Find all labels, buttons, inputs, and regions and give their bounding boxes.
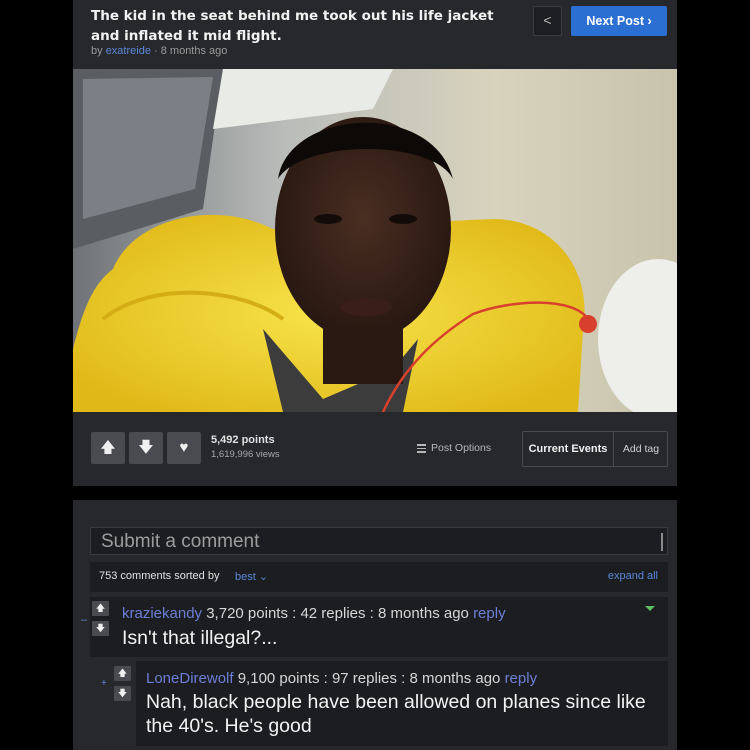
expand-all-link[interactable]: expand all [608, 570, 658, 582]
previous-post-button[interactable]: < [533, 6, 562, 36]
post-points: 5,492 points [211, 434, 275, 446]
arrow-down-icon: 🡇 [117, 688, 128, 698]
comment-meta: 3,720 points : 42 replies : 8 months ago [206, 605, 469, 622]
tag-group: Current Events Add tag [522, 431, 668, 467]
post-byline: by exatreide · 8 months ago [91, 45, 227, 57]
heart-icon: ♥ [179, 439, 189, 456]
byline-prefix: by [91, 45, 103, 57]
comment-reply: 🡅 🡇 LoneDirewolf 9,100 points : 97 repli… [114, 661, 668, 746]
text-caret [661, 533, 663, 551]
arrow-up-icon: 🡅 [117, 668, 128, 678]
arrow-up-icon: 🡅 [100, 439, 116, 456]
comments-sort-bar: 753 comments sorted by best ⌄ expand all [90, 562, 668, 592]
post-options-button[interactable]: Post Options [417, 442, 491, 455]
comment-input[interactable]: Submit a comment [90, 527, 668, 555]
comments-panel: Submit a comment 753 comments sorted by … [73, 500, 677, 750]
next-post-button[interactable]: Next Post › [571, 6, 667, 36]
comment-downvote-button[interactable]: 🡇 [114, 686, 131, 701]
comment-author[interactable]: kraziekandy [122, 605, 202, 622]
downvote-button[interactable]: 🡇 [129, 432, 163, 464]
comment-menu-chevron-icon[interactable] [645, 606, 655, 611]
vote-bar: 🡅 🡇 ♥ 5,492 points 1,619,996 views Post … [73, 412, 677, 486]
comment-upvote-button[interactable]: 🡅 [114, 666, 131, 681]
comment-header: LoneDirewolf 9,100 points : 97 replies :… [146, 670, 537, 687]
arrow-up-icon: 🡅 [95, 603, 106, 613]
post-title: The kid in the seat behind me took out h… [91, 8, 494, 44]
comment-meta: 9,100 points : 97 replies : 8 months ago [237, 670, 501, 687]
favorite-button[interactable]: ♥ [167, 432, 201, 464]
comment-count: 753 comments sorted by [99, 570, 220, 582]
arrow-down-icon: 🡇 [95, 623, 106, 633]
comment-downvote-button[interactable]: 🡇 [92, 621, 109, 636]
tag-current-events[interactable]: Current Events [523, 432, 614, 466]
comment-author[interactable]: LoneDirewolf [146, 670, 234, 687]
collapse-thread-toggle[interactable]: – [81, 614, 87, 626]
comment-header: kraziekandy 3,720 points : 42 replies : … [122, 605, 506, 622]
add-tag-button[interactable]: Add tag [615, 432, 667, 466]
author-link[interactable]: exatreide [106, 45, 151, 57]
comment-text: Isn't that illegal?... [122, 627, 278, 649]
expand-thread-toggle[interactable]: + [101, 678, 107, 689]
post-image[interactable] [73, 69, 677, 412]
post-views: 1,619,996 views [211, 449, 280, 460]
menu-icon [417, 442, 426, 455]
reply-link[interactable]: reply [505, 670, 538, 687]
upvote-button[interactable]: 🡅 [91, 432, 125, 464]
post-photo-illustration [73, 69, 677, 412]
post-panel: The kid in the seat behind me took out h… [73, 0, 677, 486]
comment-input-placeholder: Submit a comment [101, 531, 260, 552]
comment-text: Nah, black people have been allowed on p… [146, 691, 646, 737]
reply-link[interactable]: reply [473, 605, 506, 622]
post-age: · 8 months ago [154, 45, 228, 57]
sort-dropdown[interactable]: best ⌄ [235, 570, 268, 583]
comment-upvote-button[interactable]: 🡅 [92, 601, 109, 616]
post-options-label: Post Options [431, 442, 492, 455]
comment: 🡅 🡇 kraziekandy 3,720 points : 42 replie… [90, 597, 668, 657]
arrow-down-icon: 🡇 [138, 439, 154, 456]
